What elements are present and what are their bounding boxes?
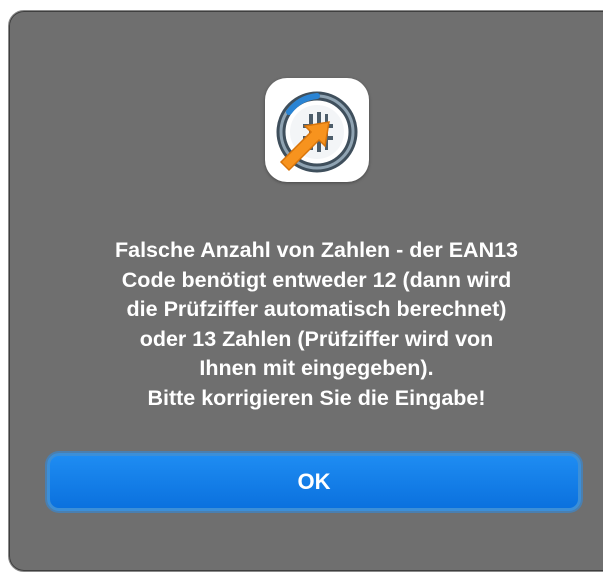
message-line: Bitte korrigieren Sie die Eingabe! — [147, 385, 486, 410]
alert-message: Falsche Anzahl von Zahlen - der EAN13 Co… — [39, 236, 594, 413]
ok-button[interactable]: OK — [47, 453, 581, 511]
message-line: oder 13 Zahlen (Prüfziffer wird von — [139, 326, 494, 351]
message-line: Code benötigt entweder 12 (dann wird — [121, 267, 512, 292]
app-icon — [265, 78, 369, 182]
alert-dialog: Falsche Anzahl von Zahlen - der EAN13 Co… — [8, 10, 603, 572]
message-line: Ihnen mit eingegeben). — [199, 356, 434, 380]
message-line: die Prüfziffer automatisch berechnet) — [126, 297, 507, 321]
message-line: Falsche Anzahl von Zahlen - der EAN13 — [114, 238, 519, 262]
barcode-app-icon — [276, 91, 358, 173]
